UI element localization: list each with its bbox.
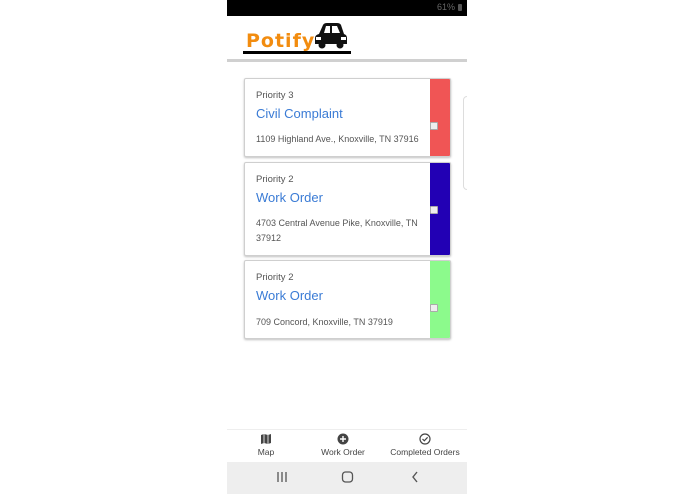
map-icon: [261, 434, 271, 444]
complete-checkbox[interactable]: [430, 122, 438, 130]
order-card[interactable]: Priority 3 Civil Complaint 1109 Highland…: [244, 78, 451, 157]
nav-map-label: Map: [257, 447, 275, 457]
car-icon: [315, 23, 347, 49]
app-header: Potify: [227, 16, 467, 62]
app-logo: Potify: [243, 20, 353, 56]
bottom-navigation: Map Work Order Completed Orders: [227, 429, 467, 463]
logo-text: Potify: [246, 30, 316, 52]
priority-color-stripe: [430, 261, 450, 338]
complete-checkbox[interactable]: [430, 304, 438, 312]
complete-checkbox[interactable]: [430, 206, 438, 214]
nav-completed-orders[interactable]: Completed Orders: [389, 433, 461, 457]
nav-work-order[interactable]: Work Order: [319, 433, 367, 457]
order-list: Priority 3 Civil Complaint 1109 Highland…: [227, 62, 467, 429]
order-address: 709 Concord, Knoxville, TN 37919: [256, 317, 393, 327]
system-navigation-bar: [227, 462, 467, 494]
priority-color-stripe: [430, 79, 450, 156]
order-priority: Priority 2: [256, 272, 294, 283]
order-address: 4703 Central Avenue Pike, Knoxville, TN …: [256, 218, 418, 243]
battery-icon: [458, 4, 462, 11]
home-icon[interactable]: [341, 470, 354, 484]
side-panel-edge[interactable]: [463, 96, 467, 190]
status-bar: 61%: [227, 0, 467, 16]
battery-level: 61%: [436, 2, 455, 12]
logo-underline: [243, 51, 351, 54]
order-title[interactable]: Work Order: [256, 288, 323, 303]
nav-completed-label: Completed Orders: [390, 447, 460, 457]
nav-map[interactable]: Map: [255, 433, 277, 457]
order-title[interactable]: Civil Complaint: [256, 106, 343, 121]
check-circle-icon: [419, 433, 431, 445]
add-circle-icon: [337, 433, 349, 445]
order-priority: Priority 2: [256, 174, 294, 185]
order-address: 1109 Highland Ave., Knoxville, TN 37916: [256, 134, 419, 144]
order-title[interactable]: Work Order: [256, 190, 323, 205]
order-card[interactable]: Priority 2 Work Order 4703 Central Avenu…: [244, 162, 451, 256]
nav-work-order-label: Work Order: [321, 447, 365, 457]
order-card[interactable]: Priority 2 Work Order 709 Concord, Knoxv…: [244, 260, 451, 339]
back-icon[interactable]: [410, 470, 420, 484]
phone-screen: 61% Potify Priority 3 Civil Complaint 11…: [227, 0, 467, 494]
recents-icon[interactable]: [276, 470, 288, 484]
order-priority: Priority 3: [256, 90, 294, 101]
